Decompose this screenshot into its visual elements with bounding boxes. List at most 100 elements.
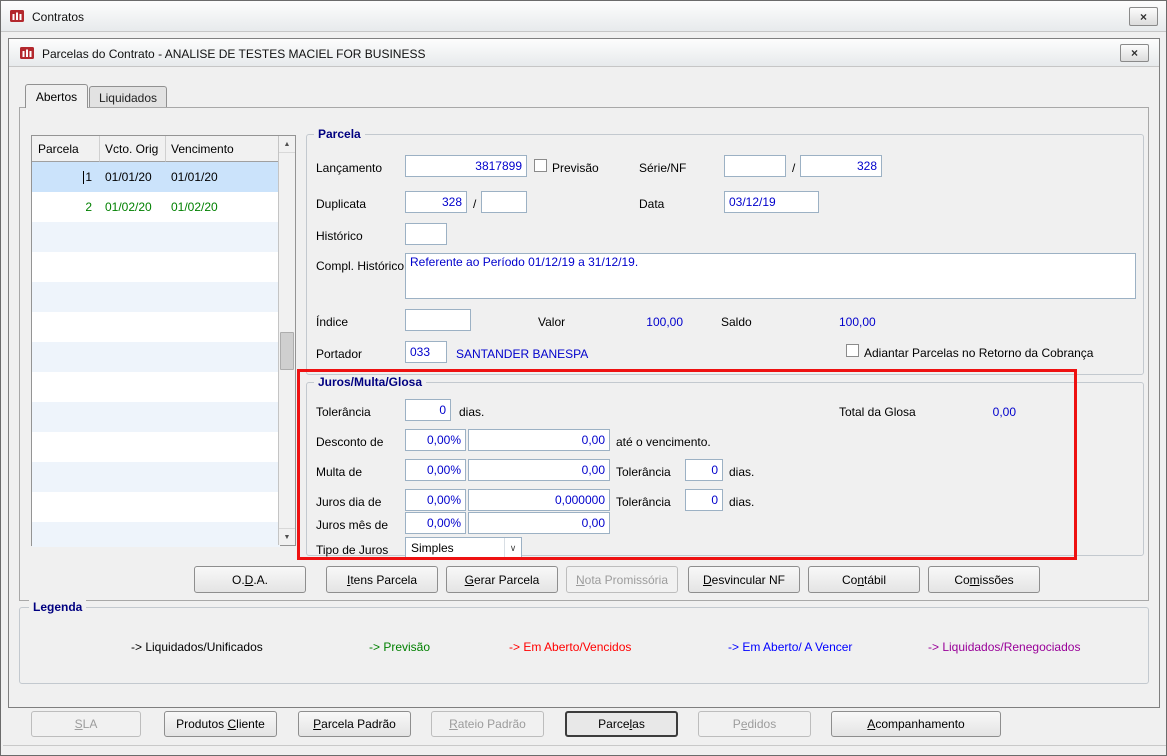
bottom-separator: [3, 745, 1166, 746]
desvincular-nf-button[interactable]: Desvincular NF: [688, 566, 800, 593]
tipo-juros-label: Tipo de Juros: [316, 543, 389, 557]
column-header-vcto-orig[interactable]: Vcto. Orig: [100, 136, 166, 162]
grid-row-previsao[interactable]: 2 01/02/20 01/02/20: [32, 192, 280, 222]
desconto-suffix-label: até o vencimento.: [616, 435, 711, 449]
indice-input[interactable]: [405, 309, 471, 331]
scroll-up-icon: ▲: [283, 140, 291, 148]
grid-row-selected[interactable]: 1 01/01/20 01/01/20: [32, 162, 280, 192]
parcelas-grid: Parcela Vcto. Orig Vencimento 1 01/01/20…: [31, 135, 296, 547]
contratos-window: Contratos × Parcelas do Contrato - ANALI…: [0, 0, 1167, 756]
outer-close-button[interactable]: ×: [1129, 7, 1158, 26]
tab-abertos[interactable]: Abertos: [25, 84, 88, 108]
button-label-part: e: [740, 717, 748, 731]
grid-cell: 01/01/20: [105, 170, 152, 184]
indice-label: Índice: [316, 315, 349, 329]
juros-mes-percent-input[interactable]: [405, 512, 466, 534]
app-icon: [10, 10, 24, 22]
parcela-padrao-button[interactable]: Parcela Padrão: [298, 711, 411, 737]
juros-dia-percent-input[interactable]: [405, 489, 466, 511]
grid-cell: 01/01/20: [171, 170, 218, 184]
sla-button: SLA: [31, 711, 141, 737]
button-label-part: Produtos: [176, 717, 228, 731]
button-label-part: issões: [979, 572, 1014, 587]
scroll-thumb[interactable]: [280, 332, 294, 370]
itens-parcela-button[interactable]: Itens Parcela: [326, 566, 438, 593]
saldo-label: Saldo: [721, 315, 752, 329]
historico-input[interactable]: [405, 223, 447, 245]
multa-tolerancia-label: Tolerância: [616, 465, 671, 479]
scroll-down-button[interactable]: ▼: [279, 528, 295, 545]
parcelas-button[interactable]: Parcelas: [565, 711, 678, 737]
desconto-label: Desconto de: [316, 435, 384, 449]
valor-label: Valor: [538, 315, 566, 329]
duplicata-input[interactable]: [405, 191, 467, 213]
valor-value: 100,00: [646, 315, 683, 329]
column-header-vencimento[interactable]: Vencimento: [166, 136, 280, 162]
tab-label: Abertos: [35, 89, 78, 104]
button-label-part: C: [227, 717, 237, 731]
column-header-parcela[interactable]: Parcela: [32, 136, 100, 162]
data-label: Data: [639, 197, 665, 211]
button-label-part: m: [969, 572, 980, 587]
historico-label: Histórico: [316, 229, 363, 243]
grid-cell: 1: [83, 170, 92, 184]
button-label-part: companhamento: [875, 717, 965, 731]
adiantar-checkbox[interactable]: [846, 344, 859, 357]
compl-historico-input[interactable]: Referente ao Período 01/12/19 a 31/12/19…: [405, 253, 1136, 299]
desconto-value-input[interactable]: [468, 429, 610, 451]
outer-titlebar[interactable]: Contratos ×: [1, 1, 1166, 32]
inner-titlebar[interactable]: Parcelas do Contrato - ANALISE DE TESTES…: [9, 39, 1159, 67]
inner-window-title: Parcelas do Contrato - ANALISE DE TESTES…: [42, 47, 426, 61]
multa-percent-input[interactable]: [405, 459, 466, 481]
saldo-value: 100,00: [839, 315, 876, 329]
duplicata-seq-input[interactable]: [481, 191, 527, 213]
button-label-part: O.: [231, 572, 245, 587]
comissoes-button[interactable]: Comissões: [928, 566, 1040, 593]
total-glosa-value: 0,00: [992, 405, 1016, 419]
multa-tolerancia-input[interactable]: [685, 459, 723, 481]
oda-button[interactable]: O.D.A.: [194, 566, 306, 593]
button-label-part: didos: [747, 717, 777, 731]
legenda-group-title: Legenda: [29, 600, 87, 614]
multa-value-input[interactable]: [468, 459, 610, 481]
adiantar-label: Adiantar Parcelas no Retorno da Cobrança: [864, 346, 1094, 360]
legend-item-liquidados-unificados: -> Liquidados/Unificados: [131, 640, 263, 654]
button-label-part: N: [575, 572, 585, 587]
acompanhamento-button[interactable]: Acompanhamento: [831, 711, 1001, 737]
grid-scrollbar[interactable]: ▲ ▼: [278, 136, 295, 545]
button-label-part: tens Parcela: [350, 572, 418, 587]
tipo-juros-select[interactable]: Simples ∨: [405, 537, 522, 559]
tab-liquidados[interactable]: Liquidados: [89, 86, 167, 108]
multa-label: Multa de: [316, 465, 363, 479]
button-label-part: R: [449, 717, 458, 731]
gerar-parcela-button[interactable]: Gerar Parcela: [446, 566, 558, 593]
grid-cell: 2: [85, 200, 92, 214]
inner-close-button[interactable]: ×: [1120, 44, 1149, 62]
juros-dia-value-input[interactable]: [468, 489, 610, 511]
dialog-icon: [20, 47, 34, 59]
contabil-button[interactable]: Contábil: [808, 566, 920, 593]
portador-code-input[interactable]: [405, 341, 447, 363]
data-input[interactable]: [724, 191, 819, 213]
scroll-up-button[interactable]: ▲: [279, 136, 295, 153]
serie-input[interactable]: [724, 155, 786, 177]
duplicata-slash: /: [473, 197, 477, 211]
serie-nf-slash: /: [792, 161, 796, 175]
total-glosa-label: Total da Glosa: [839, 405, 916, 419]
serie-nf-label: Série/NF: [639, 161, 687, 175]
juros-dia-tolerancia-input[interactable]: [685, 489, 723, 511]
multa-dias-label: dias.: [729, 465, 755, 479]
pedidos-button: Pedidos: [698, 711, 811, 737]
legend-item-liquidados-renegociados: -> Liquidados/Renegociados: [928, 640, 1081, 654]
nf-input[interactable]: [800, 155, 882, 177]
juros-mes-value-input[interactable]: [468, 512, 610, 534]
produtos-cliente-button[interactable]: Produtos Cliente: [164, 711, 277, 737]
nota-promissoria-button: Nota Promissória: [566, 566, 678, 593]
lancamento-input[interactable]: [405, 155, 527, 177]
button-label-part: as: [632, 717, 645, 731]
tolerancia-input[interactable]: [405, 399, 451, 421]
button-label-part: tábil: [864, 572, 887, 587]
button-label-part: ota Promissória: [584, 572, 669, 587]
desconto-percent-input[interactable]: [405, 429, 466, 451]
previsao-checkbox[interactable]: [534, 159, 547, 172]
